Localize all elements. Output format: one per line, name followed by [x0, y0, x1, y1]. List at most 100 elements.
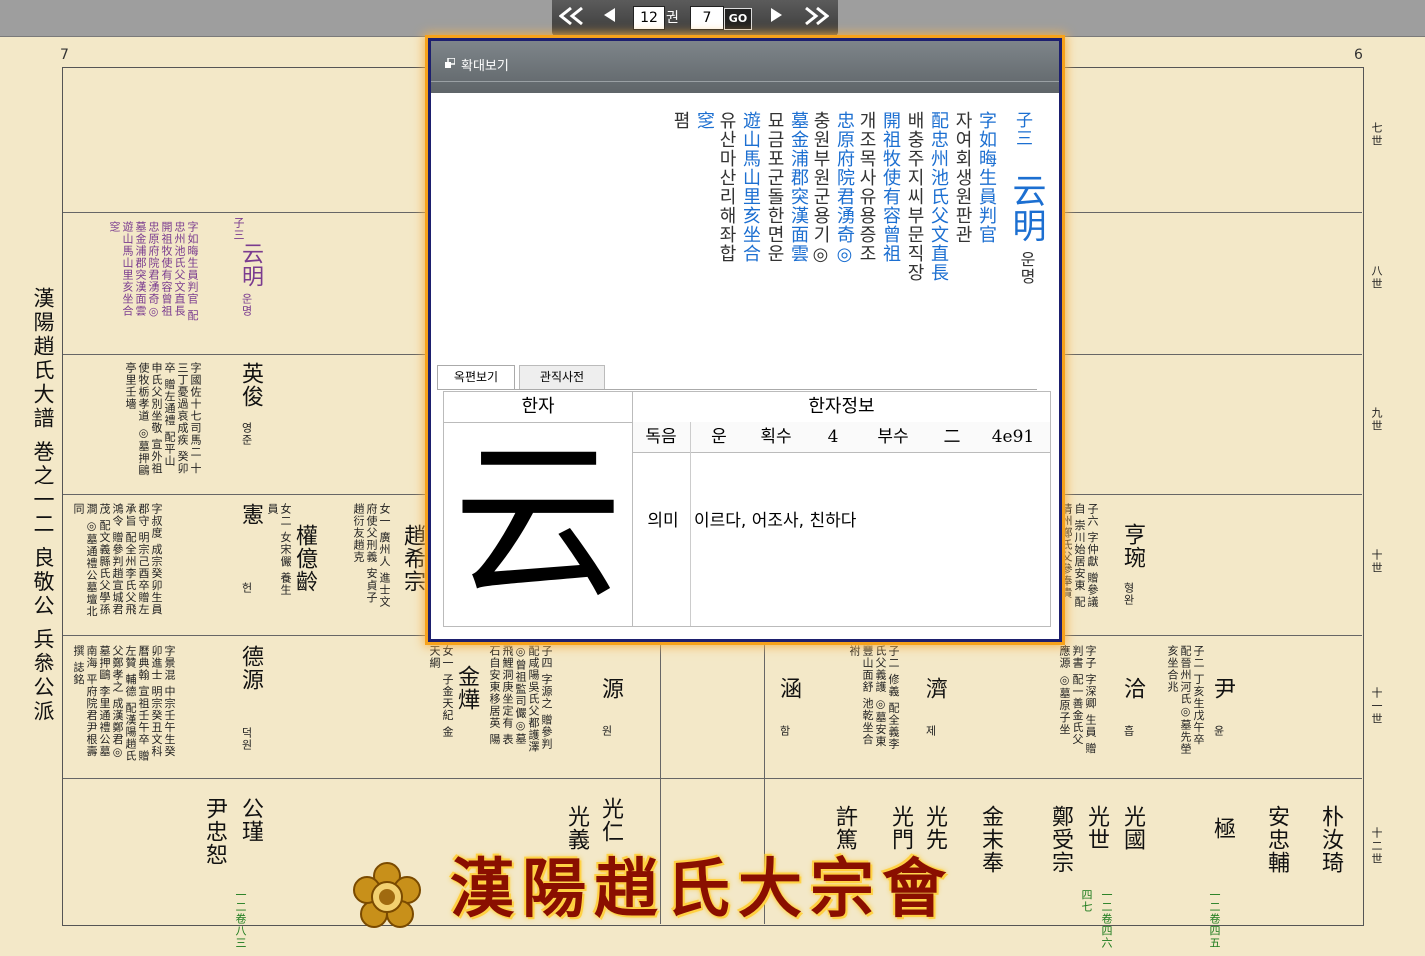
last-page-button[interactable] [802, 6, 830, 30]
book-title: 漢陽趙氏大譜 巻之一二 良敬公 兵叅公派 [31, 287, 55, 725]
entry-reading: 운명 [240, 293, 253, 317]
hangul-line: 자여회생원판관 [952, 111, 973, 244]
restore-window-icon [445, 58, 455, 68]
entry-name: 涵 [776, 677, 801, 700]
entry-note: 子二 修義 配全義李氏父義護 ◎墓安東豐山面舒 池乾坐合祔 [848, 645, 900, 750]
reading-label: 독음 [645, 427, 677, 447]
entry-note: 字子 字深卿 生員 贈判書 配一善金氏父應源 ◎墓原子坐 [1058, 645, 1097, 755]
popup-tabs: 옥편보기 관직사전 [437, 363, 1037, 390]
col-header-hanja: 한자 [444, 392, 633, 423]
entry-note: 子四 字源之 贈參判 配咸陽吳氏父都護澤 ◎曾祖監司儼◎墓 飛鯉洞庚坐定有 表石… [488, 645, 553, 753]
entry-name: 德源 [238, 645, 263, 691]
generation-label: 十二世 [1370, 827, 1383, 866]
meaning-value: 이르다, 어조사, 친하다 [694, 511, 857, 531]
entry-name: 權億齡 [292, 524, 317, 593]
entry-name: 金燁 [454, 665, 479, 711]
entry-name: 朴汝琦 [1318, 805, 1343, 874]
rank-text: 子三 [1012, 111, 1032, 147]
entry-note: 女二 女宋儼 養生員 [266, 503, 292, 596]
volume-tag: 一二卷四五 [1208, 889, 1221, 949]
strokes-value: 4 [827, 427, 839, 447]
hanja-line: 開祖牧使有容曾祖 [880, 111, 901, 263]
popup-title: 확대보기 [461, 59, 509, 74]
entry-name: 極 [1210, 817, 1235, 840]
header-divider [431, 81, 1059, 82]
entry-name: 亨琬 [1120, 523, 1145, 569]
generation-label: 八世 [1370, 265, 1383, 291]
reading-value: 운 [711, 427, 727, 447]
row-divider [63, 778, 1362, 779]
hangul-line: 배충주지씨부문직장 [904, 111, 925, 282]
entry-name: 云明 [238, 242, 263, 288]
toolbar: 12 권 7 GO [0, 0, 1425, 37]
entry-name: 洽 [1120, 677, 1145, 700]
first-page-button[interactable] [558, 6, 586, 30]
right-page-number: 6 [1354, 47, 1363, 63]
entry-note: 子二 丁亥生戊午卒 配晉州河氏◎墓先塋 亥坐合兆 [1166, 645, 1205, 755]
entry-reading: 형완 [1122, 582, 1135, 606]
entry-name: 鄭受宗 [1048, 805, 1073, 874]
clan-association-logo-text: 漢陽趙氏大宗會 [450, 852, 954, 927]
col-header-info: 한자정보 [633, 392, 1050, 423]
tab-official-dictionary[interactable]: 관직사전 [519, 365, 605, 389]
entry-name: 尹忠恕 [202, 797, 227, 866]
popup-header[interactable]: 확대보기 [431, 41, 1059, 93]
hangul-line: 묘금포군돌한면운 [764, 111, 785, 263]
entry-reading: 영준 [240, 422, 253, 446]
left-page-number: 7 [60, 47, 69, 63]
tab-okpyeon[interactable]: 옥편보기 [437, 365, 515, 389]
hanja-line: 墓金浦郡突漢面雲 [788, 111, 809, 263]
generation-label: 十一世 [1370, 687, 1383, 726]
hanja-line: 窆 [694, 111, 715, 130]
hangul-line: 유산마산리해좌합 [716, 111, 737, 263]
double-left-arrow-icon [558, 6, 583, 26]
entry-reading: 제 [924, 725, 937, 737]
hanja-line: 遊山馬山里亥坐合 [740, 111, 761, 263]
hanja-large-char: 云 [452, 424, 623, 622]
entry-name: 光世 [1084, 805, 1109, 851]
hanja-line: 忠原府院君湧奇◎ [834, 111, 855, 266]
entry-note: 字叔度 成宗癸卯生員郡守 明宗己酉卒贈左承旨 配全州李氏父飛鴻令 贈參判趙宣城君… [72, 503, 163, 618]
volume-tag: 一二卷八三 [234, 889, 247, 949]
entry-reading: 함 [778, 725, 791, 737]
entry-name: 英俊 [238, 362, 263, 408]
prev-page-button[interactable] [598, 6, 620, 30]
entry-reading: 원 [600, 725, 613, 737]
entry-reading: 윤 [1212, 725, 1225, 737]
entry-rank: 子三 [232, 217, 245, 241]
volume-tag: 四七 [1080, 889, 1093, 913]
hangul-line: 개조목사유용증조 [856, 111, 877, 263]
volume-input[interactable]: 12 [633, 6, 665, 30]
right-triangle-icon [771, 8, 782, 22]
generation-label: 九世 [1370, 407, 1383, 433]
radical-value: 二 [943, 427, 961, 447]
meaning-label: 의미 [647, 511, 679, 531]
page-input[interactable]: 7 [690, 6, 724, 30]
entry-note: 女一 廣州人 進士文府使父刑義 安貞子趙衍友趙克 [352, 503, 391, 608]
strokes-label: 획수 [760, 427, 792, 447]
entry-name: 光國 [1120, 805, 1145, 851]
zoom-text-area: 子三 云明 운명 字如晦生員判官 자여회생원판관 配忠州池氏父文直長 배충주지씨… [431, 101, 1059, 351]
hanja-info-table: 한자 한자정보 云 독음 운 획수 4 부수 二 4e91 의미 이르다, 어조… [443, 391, 1051, 627]
zoom-popup: 확대보기 子三 云明 운명 字如晦生員判官 자여회생원판관 配忠州池氏父文直長 … [428, 38, 1062, 642]
radical-label: 부수 [877, 427, 909, 447]
entry-name: 源 [598, 677, 623, 700]
entry-note: 字景混 中宗壬午生癸卯進士 明宗癸丑文科曆典翰 宣祖壬午卒 贈左贊 輔德 配漢陽… [72, 645, 176, 762]
entry-name: 濟 [922, 677, 947, 700]
entry-note: 子六 字仲獻 贈參議自 崇川始居安東 配清州鄭氏父參奉貴 [1060, 503, 1099, 608]
generation-label: 七世 [1370, 122, 1383, 148]
entry-name: 趙希宗 [400, 524, 425, 593]
hangul-line: 폄 [670, 111, 691, 130]
hangul-line: 충원부원군용기◎ [810, 111, 831, 266]
go-button[interactable]: GO [724, 8, 752, 30]
unicode-value: 4e91 [991, 427, 1035, 447]
volume-tag: 一二卷四六 [1100, 889, 1113, 949]
main-char: 云明 [1006, 173, 1046, 243]
next-page-button[interactable] [766, 6, 788, 30]
entry-reading: 흡 [1122, 725, 1135, 737]
entry-reading: 덕원 [240, 727, 253, 751]
double-right-arrow-icon [805, 6, 830, 26]
entry-note: 字如晦生員判官 配忠州池氏父文直長 開祖牧使有容曾祖 忠原府院君湧奇◎ 墓金浦郡… [108, 221, 199, 322]
entry-name: 憲 [238, 503, 263, 526]
entry-note: 字國佐十七司馬二 十三丁憂過哀成疾 癸卯卒 贈左通禮 配平山申氏父別坐敬 宣外祖… [124, 362, 202, 477]
